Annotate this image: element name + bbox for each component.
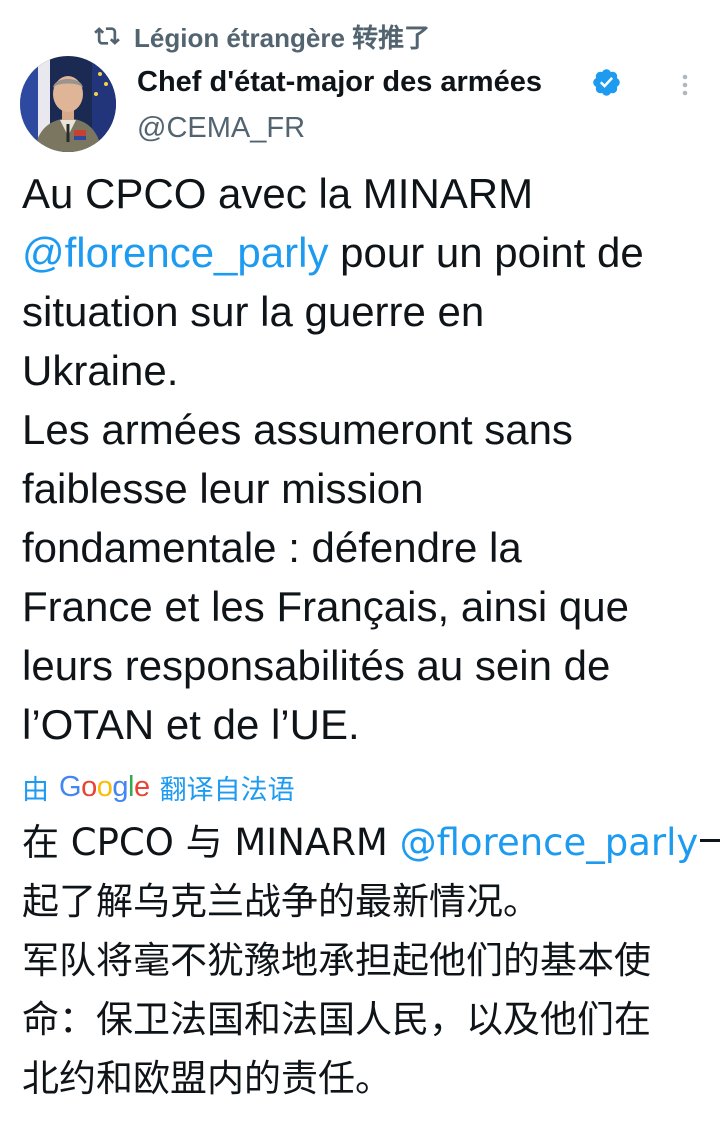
google-logo: Google: [59, 771, 150, 804]
tweet-line: l’OTAN et de l’UE.: [22, 695, 712, 754]
translation-line-text: 军队将毫不犹豫地承担起他们的基本使: [22, 939, 651, 982]
google-logo-letter: G: [59, 770, 82, 803]
tweet-line: @florence_parly pour un point de: [22, 223, 712, 282]
translation-line-text: 北约和欧盟内的责任。: [22, 1057, 392, 1100]
translation-line-text: 命：保卫法国和法国人民，以及他们在: [22, 998, 651, 1041]
translation-line-text: 在 CPCO 与 MINARM: [22, 821, 400, 864]
tweet-line: France et les Français, ainsi que: [22, 577, 712, 636]
translation-attribution[interactable]: 由 Google 翻译自法语: [22, 766, 295, 808]
translated-from-label: 翻译自法语: [159, 774, 295, 805]
tweet-line: leurs responsabilités au sein de: [22, 636, 712, 695]
author-handle[interactable]: @CEMA_FR: [137, 108, 305, 148]
tweet-line-text: faiblesse leur mission: [22, 465, 424, 512]
tweet-line-text: Au CPCO avec la MINARM: [22, 170, 534, 217]
google-logo-letter: o: [81, 770, 97, 803]
translation-line: 军队将毫不犹豫地承担起他们的基本使: [22, 931, 712, 990]
tweet-line: Au CPCO avec la MINARM: [22, 164, 712, 223]
google-logo-letter: g: [112, 770, 128, 803]
translation-line: 在 CPCO 与 MINARM @florence_parly一: [22, 813, 720, 872]
more-options-icon[interactable]: [670, 70, 700, 100]
retweet-context[interactable]: Légion étrangère 转推了: [94, 18, 430, 54]
tweet-line-text: fondamentale : défendre la: [22, 524, 522, 571]
author-name[interactable]: Chef d'état-major des armées: [137, 62, 542, 102]
tweet-line: faiblesse leur mission: [22, 459, 712, 518]
translation-line-text: 一: [698, 821, 720, 864]
tweet-line-text: leurs responsabilités au sein de: [22, 642, 611, 689]
translation-line: 命：保卫法国和法国人民，以及他们在: [22, 990, 712, 1049]
tweet-line-text: Les armées assumeront sans: [22, 406, 573, 453]
mention-link[interactable]: @florence_parly: [400, 821, 699, 864]
translated-by-label: 由: [22, 774, 49, 805]
translation-line-text: 起了解乌克兰战争的最新情况。: [22, 880, 540, 923]
google-logo-letter: o: [96, 770, 113, 803]
tweet-line: fondamentale : défendre la: [22, 518, 712, 577]
tweet-line-text: situation sur la guerre en: [22, 288, 485, 335]
mention-link[interactable]: @florence_parly: [22, 229, 328, 276]
tweet-text: Au CPCO avec la MINARM @florence_parly po…: [22, 164, 712, 754]
google-logo-letter: e: [133, 770, 150, 803]
avatar[interactable]: [20, 56, 116, 152]
tweet-line: Les armées assumeront sans: [22, 400, 712, 459]
tweet-line: Ukraine.: [22, 341, 712, 400]
retweet-icon: [94, 27, 120, 45]
verified-badge-icon: [593, 69, 620, 96]
tweet-line-text: pour un point de: [328, 229, 644, 276]
translated-text: 在 CPCO 与 MINARM @florence_parly一起了解乌克兰战争…: [22, 813, 720, 1108]
tweet-line-text: France et les Français, ainsi que: [22, 583, 629, 630]
translation-line: 北约和欧盟内的责任。: [22, 1049, 712, 1108]
translation-line: 起了解乌克兰战争的最新情况。: [22, 872, 712, 931]
tweet-line: situation sur la guerre en: [22, 282, 712, 341]
tweet-line-text: l’OTAN et de l’UE.: [22, 701, 360, 748]
retweeted-by-label: Légion étrangère 转推了: [134, 22, 431, 53]
tweet-line-text: Ukraine.: [22, 347, 179, 394]
